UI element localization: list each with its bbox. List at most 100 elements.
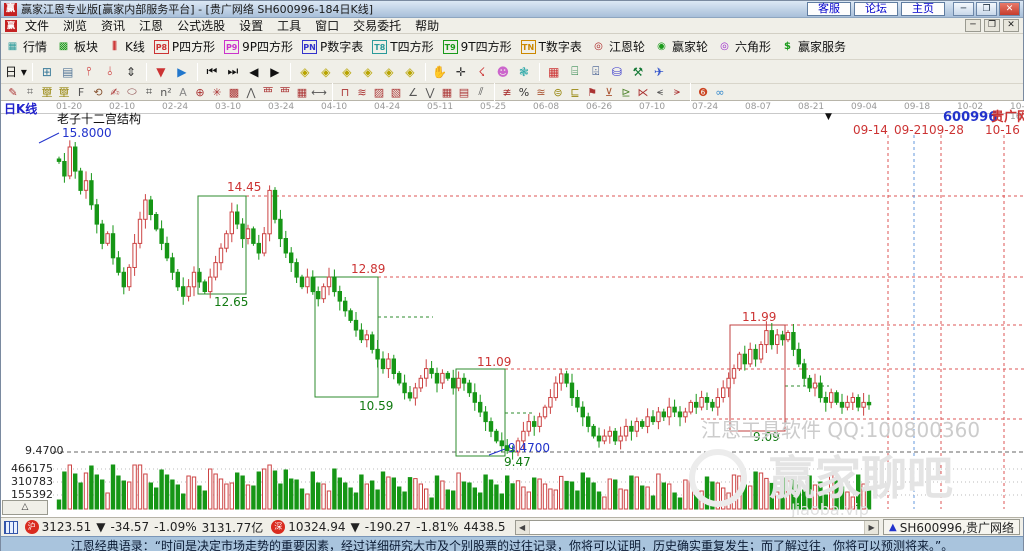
steps-1-icon[interactable]: ⪪ — [652, 85, 668, 100]
h-span-icon[interactable]: ⟷ — [311, 85, 327, 100]
grid-b-icon[interactable]: ▦ — [439, 85, 455, 100]
scroll-right-arrow[interactable]: ▶ — [864, 521, 878, 534]
pen-tool-icon[interactable]: ✎ — [5, 85, 21, 100]
grid-tool-icon[interactable]: ⌗ — [22, 85, 38, 100]
export-tool-icon[interactable]: ⚒ — [628, 62, 648, 82]
steps-2-icon[interactable]: ⪫ — [669, 85, 685, 100]
wave-up-icon[interactable]: ⋀ — [243, 85, 259, 100]
box-shade-icon[interactable]: ▩ — [226, 85, 242, 100]
brush-tool-icon[interactable]: ✍ — [107, 85, 123, 100]
calendar-icon[interactable]: ▦ — [544, 62, 564, 82]
calculator-icon[interactable]: ⌸ — [565, 62, 585, 82]
menu-item-6[interactable]: 工具 — [277, 17, 301, 34]
face-tool-icon[interactable]: ☻ — [493, 62, 513, 82]
toolbar-button-quotes[interactable]: ▦行情 — [5, 38, 47, 55]
hand-drag-icon[interactable]: ✋ — [430, 62, 450, 82]
brain-tool-icon[interactable]: ❃ — [514, 62, 534, 82]
shade-a-icon[interactable]: ▨ — [371, 85, 387, 100]
gann-angle-4-icon[interactable]: ◈ — [358, 62, 378, 82]
dropper-icon[interactable]: ⇕ — [121, 62, 141, 82]
gold-circle-icon[interactable]: ⊜ — [550, 85, 566, 100]
scroll-left-arrow[interactable]: ◀ — [516, 521, 530, 534]
circle-cross-icon[interactable]: ⊕ — [192, 85, 208, 100]
candle-small-icon[interactable]: ⫯ — [79, 62, 99, 82]
mdi-minimize-button[interactable]: ─ — [965, 19, 981, 32]
next-icon[interactable]: ▶ — [265, 62, 285, 82]
homepage-button[interactable]: 主页 — [901, 2, 945, 16]
infinity-tool-icon[interactable]: ∞ — [712, 85, 728, 100]
cycle-tool-icon[interactable]: ⟲ — [90, 85, 106, 100]
menu-item-3[interactable]: 江恩 — [139, 17, 163, 34]
color-chart-icon[interactable]: ▶ — [172, 62, 192, 82]
ellipse-tool-icon[interactable]: ⬭ — [124, 85, 140, 100]
menu-item-8[interactable]: 交易委托 — [353, 17, 401, 34]
toolbar-button-p-square[interactable]: P8P四方形 — [154, 38, 215, 55]
close-button[interactable]: ✕ — [999, 2, 1020, 16]
forum-button[interactable]: 论坛 — [854, 2, 898, 16]
period-day-dropdown-icon[interactable]: 日 ▾ — [5, 62, 27, 82]
angle-a-icon[interactable]: A — [175, 85, 191, 100]
customer-service-button[interactable]: 客服 — [807, 2, 851, 16]
notepad-icon[interactable]: ⌹ — [586, 62, 606, 82]
horizontal-scrollbar[interactable]: ◀ ▶ — [515, 520, 880, 535]
flag-pen-icon[interactable]: ⚑ — [584, 85, 600, 100]
fibo-f-icon[interactable]: F — [73, 85, 89, 100]
gann-angle-3-icon[interactable]: ◈ — [337, 62, 357, 82]
gann-angle-1-icon[interactable]: ◈ — [295, 62, 315, 82]
mdi-restore-button[interactable]: ❐ — [984, 19, 1000, 32]
current-stock-label[interactable]: ▲ SH600996,贵广网络 — [883, 519, 1020, 535]
toolbar-button-kline[interactable]: ⫼K线 — [107, 38, 145, 55]
menu-item-2[interactable]: 资讯 — [101, 17, 125, 34]
menu-item-7[interactable]: 窗口 — [315, 17, 339, 34]
gann-angle-5-icon[interactable]: ◈ — [379, 62, 399, 82]
toolbar-button-gann-wheel[interactable]: ◎江恩轮 — [591, 38, 645, 55]
grid-red-1-icon[interactable]: 覀 — [260, 85, 276, 100]
toolbar-button-winner-service[interactable]: $赢家服务 — [780, 38, 846, 55]
shade-b-icon[interactable]: ▧ — [388, 85, 404, 100]
toolbar-button-9t-square[interactable]: T99T四方形 — [443, 38, 512, 55]
kline-chart[interactable]: 01-2002-1002-2403-1003-2404-1004-2405-11… — [1, 101, 1024, 517]
ladder-3-icon[interactable]: ⋉ — [635, 85, 651, 100]
last-icon[interactable]: ⏭ — [223, 62, 243, 82]
angle-tool-icon[interactable]: ∠ — [405, 85, 421, 100]
mdi-close-button[interactable]: ✕ — [1003, 19, 1019, 32]
expand-volume-button[interactable]: △ — [2, 500, 48, 515]
toolbar-button-winner-wheel[interactable]: ◉赢家轮 — [654, 38, 708, 55]
n2-tool-icon[interactable]: n² — [158, 85, 174, 100]
toolbar-button-9p-square[interactable]: P99P四方形 — [224, 38, 293, 55]
rect-tool-icon[interactable]: ⊓ — [337, 85, 353, 100]
pct-lines-icon[interactable]: ≊ — [533, 85, 549, 100]
panel-b-icon[interactable]: ▤ — [456, 85, 472, 100]
toolbar-button-t-square[interactable]: T8T四方形 — [372, 38, 433, 55]
pct-zone-icon[interactable]: ≇ — [499, 85, 515, 100]
pointer-tool-icon[interactable]: ☇ — [472, 62, 492, 82]
gold-ratio-1-icon[interactable]: 壐 — [39, 85, 55, 100]
menu-item-4[interactable]: 公式选股 — [177, 17, 225, 34]
prev-icon[interactable]: ◀ — [244, 62, 264, 82]
ladder-2-icon[interactable]: ⊵ — [618, 85, 634, 100]
ladder-1-icon[interactable]: ⊻ — [601, 85, 617, 100]
gann-angle-6-icon[interactable]: ◈ — [400, 62, 420, 82]
toolbar-button-t-table[interactable]: TNT数字表 — [521, 38, 582, 55]
first-icon[interactable]: ⏮ — [202, 62, 222, 82]
menu-item-9[interactable]: 帮助 — [415, 17, 439, 34]
gold-ratio-2-icon[interactable]: 壐 — [56, 85, 72, 100]
filter-red-icon[interactable]: ▼ — [151, 62, 171, 82]
pattern-grid-icon[interactable]: ⊞ — [37, 62, 57, 82]
taiji-tool-icon[interactable]: ❻ — [695, 85, 711, 100]
grid-red-2-icon[interactable]: 覀 — [277, 85, 293, 100]
star-tool-icon[interactable]: ✳ — [209, 85, 225, 100]
minimize-button[interactable]: ─ — [953, 2, 974, 16]
hatch-icon[interactable]: ⫽ — [473, 85, 489, 100]
mail-tool-icon[interactable]: ✈ — [649, 62, 669, 82]
candle-small2-icon[interactable]: ⫰ — [100, 62, 120, 82]
grid-dense-icon[interactable]: ▦ — [294, 85, 310, 100]
save-disk-icon[interactable]: ⛁ — [607, 62, 627, 82]
crosshair-icon[interactable]: ✛ — [451, 62, 471, 82]
fan-lines-icon[interactable]: ≋ — [354, 85, 370, 100]
maximize-button[interactable]: ❐ — [976, 2, 997, 16]
menu-item-1[interactable]: 浏览 — [63, 17, 87, 34]
toolbar-button-p-table[interactable]: PNP数字表 — [302, 38, 363, 55]
wave-down-icon[interactable]: ⋁ — [422, 85, 438, 100]
quote-grid-icon[interactable] — [4, 521, 18, 534]
